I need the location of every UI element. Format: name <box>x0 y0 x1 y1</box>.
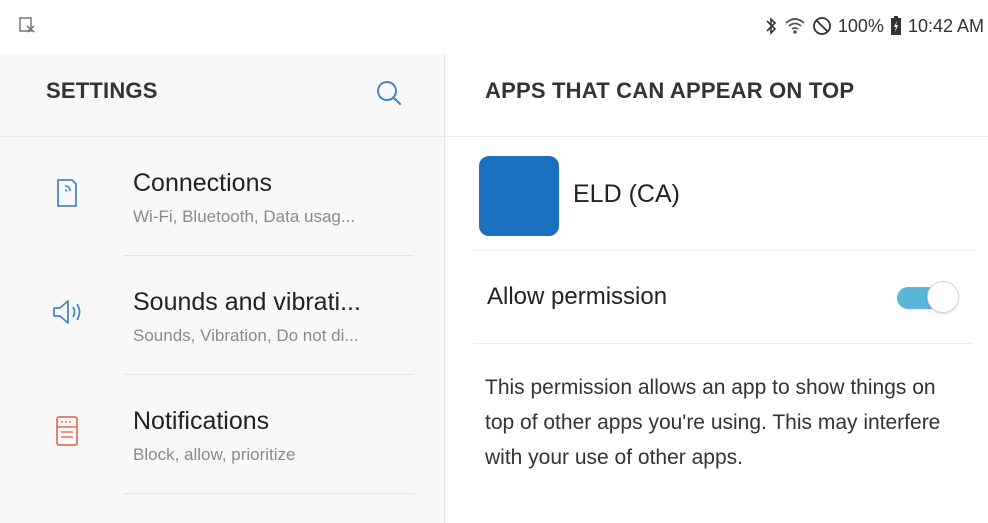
settings-list: Connections Wi-Fi, Bluetooth, Data usag.… <box>0 137 444 494</box>
app-row: ELD (CA) <box>473 150 973 251</box>
settings-item-subtitle: Wi-Fi, Bluetooth, Data usag... <box>133 207 356 226</box>
divider <box>124 493 414 494</box>
toggle-knob <box>927 281 959 313</box>
allow-permission-row[interactable]: Allow permission <box>473 251 973 344</box>
do-not-disturb-icon <box>812 16 832 36</box>
settings-item-title: Connections <box>133 169 272 197</box>
detail-title: APPS THAT CAN APPEAR ON TOP <box>485 78 855 103</box>
status-bar: 100% 10:42 AM <box>0 0 988 54</box>
bluetooth-icon <box>764 16 778 36</box>
app-name: ELD (CA) <box>573 180 680 208</box>
settings-item-connections[interactable]: Connections Wi-Fi, Bluetooth, Data usag.… <box>0 137 444 256</box>
allow-permission-label: Allow permission <box>487 283 668 310</box>
search-icon <box>377 81 402 106</box>
app-icon <box>479 156 559 236</box>
screenshot-notification-icon <box>18 16 36 34</box>
status-time: 10:42 AM <box>907 15 984 36</box>
settings-pane: SETTINGS Connections Wi-Fi, Bluetooth, D… <box>0 54 444 523</box>
settings-item-notifications[interactable]: Notifications Block, allow, prioritize <box>0 375 444 494</box>
settings-header: SETTINGS <box>0 54 444 137</box>
search-button[interactable] <box>370 74 408 112</box>
settings-item-subtitle: Block, allow, prioritize <box>133 445 296 464</box>
sound-icon <box>48 293 86 331</box>
permission-description: This permission allows an app to show th… <box>485 376 941 469</box>
settings-title: SETTINGS <box>46 78 158 103</box>
settings-item-title: Sounds and vibrati... <box>133 288 361 316</box>
settings-item-subtitle: Sounds, Vibration, Do not di... <box>133 326 359 345</box>
battery-percent: 100% <box>837 15 884 36</box>
settings-item-sounds[interactable]: Sounds and vibrati... Sounds, Vibration,… <box>0 256 444 375</box>
battery-icon <box>890 16 902 36</box>
screen: 100% 10:42 AM SETTINGS Connections Wi-Fi… <box>0 0 988 523</box>
allow-permission-toggle[interactable] <box>897 281 959 315</box>
connections-icon <box>48 174 86 212</box>
notifications-icon <box>48 412 86 450</box>
wifi-icon <box>784 16 806 36</box>
settings-item-title: Notifications <box>133 407 270 435</box>
status-icons: 100% 10:42 AM <box>764 14 984 38</box>
detail-header: APPS THAT CAN APPEAR ON TOP <box>445 54 988 137</box>
